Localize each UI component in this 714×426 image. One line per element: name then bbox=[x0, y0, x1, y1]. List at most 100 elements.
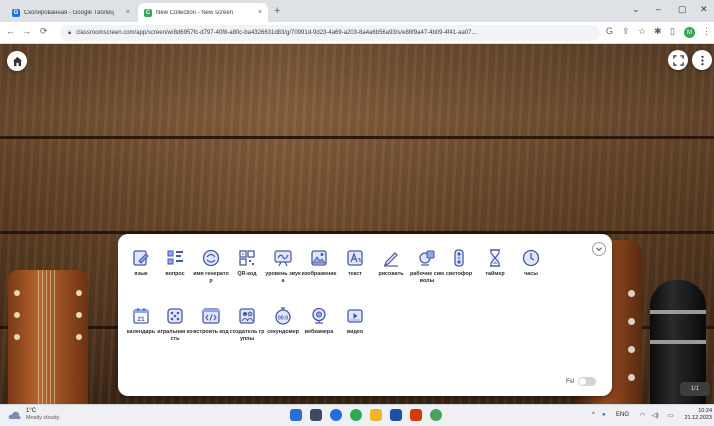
battery-icon[interactable]: ▭ bbox=[668, 412, 674, 419]
svg-text:00:0: 00:0 bbox=[278, 316, 288, 322]
widget-label: создатель группы bbox=[229, 329, 265, 342]
system-clock[interactable]: 10:24 21.12.2023 bbox=[682, 408, 712, 422]
app-icon[interactable] bbox=[430, 409, 442, 421]
image-icon bbox=[309, 248, 329, 268]
screen-counter[interactable]: 1/1 bbox=[680, 382, 710, 396]
guitar-peg bbox=[14, 312, 20, 318]
fullscreen-toggle-button[interactable] bbox=[668, 50, 688, 70]
widget-qr-code[interactable]: QR-код bbox=[230, 248, 264, 278]
widget-traffic-light[interactable]: светофор bbox=[442, 248, 476, 278]
file-explorer-icon[interactable] bbox=[370, 409, 382, 421]
lock-icon: 🔒︎ bbox=[68, 29, 72, 36]
widget-video[interactable]: видео bbox=[338, 306, 372, 336]
widget-dice[interactable]: игральная кость bbox=[157, 306, 193, 342]
widget-sound-level[interactable]: уровень звука bbox=[265, 248, 301, 284]
weather-widget[interactable]: 1°C Mostly cloudy bbox=[8, 408, 59, 422]
work-symbols-icon bbox=[417, 248, 437, 268]
guitar-peg bbox=[628, 346, 635, 353]
widget-stopwatch[interactable]: 00:0 секундомер bbox=[266, 306, 300, 336]
tab-title: New Collection - New screen bbox=[156, 9, 234, 16]
new-tab-button[interactable]: + bbox=[274, 5, 280, 17]
vertical-dots-icon bbox=[700, 55, 704, 65]
widget-label: текст bbox=[348, 271, 362, 277]
side-panel-icon[interactable]: ▯ bbox=[670, 26, 675, 37]
widget-draw[interactable]: рисовать bbox=[374, 248, 408, 278]
tab-search-icon[interactable]: ⌄ bbox=[632, 4, 640, 15]
embed-icon bbox=[201, 306, 221, 326]
reload-icon[interactable]: ⟳ bbox=[40, 26, 48, 37]
sound-level-icon bbox=[273, 248, 293, 268]
outlook-icon[interactable] bbox=[390, 409, 402, 421]
collapse-panel-button[interactable] bbox=[592, 242, 606, 256]
fullscreen-label: Fsl bbox=[566, 378, 574, 385]
browser-tab-sheets[interactable]: G Скопированная - Google Таблиц × bbox=[6, 3, 136, 22]
widget-label: QR-код bbox=[237, 271, 257, 277]
cloud-icon bbox=[8, 411, 21, 419]
more-options-button[interactable] bbox=[692, 50, 712, 70]
profile-avatar[interactable]: M bbox=[684, 27, 695, 38]
wifi-icon[interactable]: ◠ bbox=[640, 412, 645, 419]
volume-icon[interactable]: ◁) bbox=[652, 412, 659, 419]
browser-tab-bar: G Скопированная - Google Таблиц × C New … bbox=[0, 0, 714, 22]
guitar-peg bbox=[14, 334, 20, 340]
teams-chat-icon[interactable] bbox=[330, 409, 342, 421]
widget-image[interactable]: изображение bbox=[301, 248, 337, 278]
draw-icon bbox=[381, 248, 401, 268]
widget-label: встроить код bbox=[193, 329, 229, 335]
close-tab-icon[interactable]: × bbox=[126, 9, 130, 16]
language-indicator[interactable]: ENG bbox=[616, 412, 629, 418]
calendar-day: 21 bbox=[137, 316, 145, 323]
widget-name-picker[interactable]: язык bbox=[124, 248, 158, 278]
widget-group-creator[interactable]: создатель группы bbox=[230, 306, 264, 342]
bookmark-star-icon[interactable]: ☆ bbox=[638, 26, 646, 37]
forward-arrow-icon[interactable]: → bbox=[22, 26, 31, 36]
random-name-icon bbox=[201, 248, 221, 268]
widget-webcam[interactable]: вебкамера bbox=[302, 306, 336, 336]
browser-menu-icon[interactable]: ⋮ bbox=[702, 26, 711, 37]
show-hidden-icons-icon[interactable]: ^ bbox=[592, 412, 595, 418]
calendar-icon: 21 bbox=[131, 306, 151, 326]
name-picker-icon bbox=[131, 248, 151, 268]
widget-label: рабочие символы bbox=[409, 271, 445, 284]
maximize-button[interactable]: ▢ bbox=[678, 4, 687, 15]
toggle-switch[interactable] bbox=[578, 377, 596, 386]
task-view-icon[interactable] bbox=[310, 409, 322, 421]
widget-label: имя генератор bbox=[193, 271, 229, 284]
office-icon[interactable] bbox=[410, 409, 422, 421]
group-maker-icon bbox=[165, 248, 185, 268]
guitar-peg bbox=[628, 318, 635, 325]
chrome-icon[interactable] bbox=[350, 409, 362, 421]
clarinet-ring bbox=[650, 310, 706, 314]
minimize-button[interactable]: – bbox=[656, 4, 661, 14]
widget-calendar[interactable]: 21 календарь bbox=[124, 306, 158, 336]
back-arrow-icon[interactable]: ← bbox=[6, 26, 15, 36]
fullscreen-toggle[interactable]: Fsl bbox=[566, 377, 596, 386]
guitar-peg bbox=[76, 334, 82, 340]
share-icon[interactable]: ⇪ bbox=[622, 26, 630, 37]
close-window-button[interactable]: ✕ bbox=[700, 4, 708, 15]
close-tab-icon[interactable]: × bbox=[258, 9, 262, 16]
widget-timer[interactable]: таймер bbox=[478, 248, 512, 278]
widget-embed[interactable]: встроить код bbox=[193, 306, 229, 336]
google-lens-icon[interactable]: G bbox=[606, 26, 613, 36]
weather-condition: Mostly cloudy bbox=[26, 415, 60, 421]
address-bar[interactable]: 🔒︎ classroomscreen.com/app/screen/w/8d69… bbox=[60, 25, 600, 41]
home-button[interactable] bbox=[7, 51, 27, 71]
qr-code-icon bbox=[237, 248, 257, 268]
widget-label: рисовать bbox=[378, 271, 404, 277]
widget-clock[interactable]: часы bbox=[514, 248, 548, 278]
stopwatch-icon: 00:0 bbox=[273, 306, 293, 326]
widget-work-symbols[interactable]: рабочие символы bbox=[410, 248, 444, 284]
extensions-icon[interactable]: ✱ bbox=[654, 26, 662, 37]
browser-toolbar: ← → ⟳ 🔒︎ classroomscreen.com/app/screen/… bbox=[0, 22, 714, 44]
widget-random-name[interactable]: имя генератор bbox=[193, 248, 229, 284]
guitar-image bbox=[8, 270, 88, 404]
traffic-light-icon bbox=[449, 248, 469, 268]
tab-title: Скопированная - Google Таблиц bbox=[24, 9, 114, 16]
start-windows-icon[interactable] bbox=[290, 409, 302, 421]
widget-text[interactable]: текст bbox=[338, 248, 372, 278]
widget-group-maker[interactable]: вопрос bbox=[158, 248, 192, 278]
onedrive-icon[interactable]: ● bbox=[602, 412, 606, 418]
guitar-peg bbox=[76, 312, 82, 318]
browser-tab-classroomscreen[interactable]: C New Collection - New screen × bbox=[138, 3, 268, 22]
